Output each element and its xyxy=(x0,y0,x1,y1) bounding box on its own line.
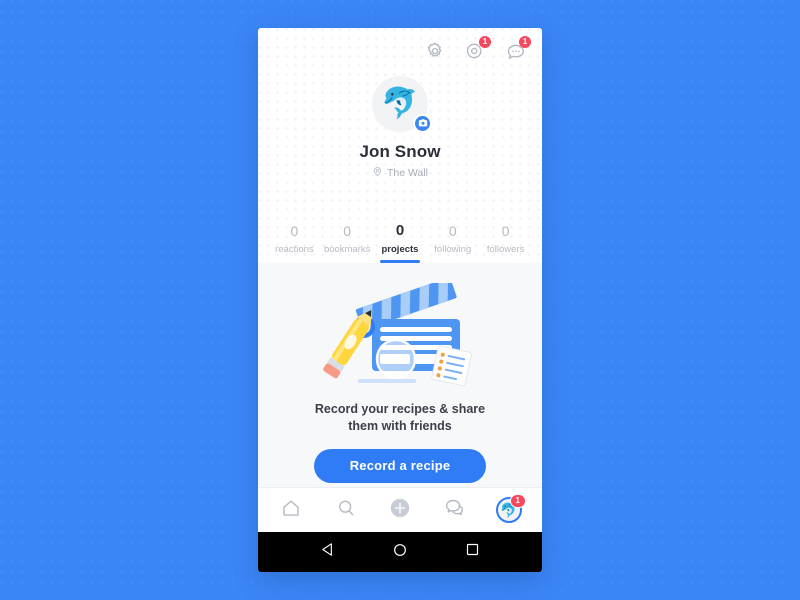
avatar-emoji: 🐬 xyxy=(381,87,419,120)
record-recipe-button[interactable]: Record a recipe xyxy=(314,448,486,483)
camera-icon xyxy=(418,115,428,133)
profile-name: Jon Snow xyxy=(359,142,441,161)
android-system-nav xyxy=(258,532,542,572)
search-icon xyxy=(336,498,356,523)
tab-add[interactable] xyxy=(383,493,417,527)
messages-button[interactable]: 1 xyxy=(504,36,531,62)
stat-following[interactable]: 0 following xyxy=(426,223,479,263)
stat-value: 0 xyxy=(343,223,352,240)
stat-followers[interactable]: 0 followers xyxy=(479,223,532,263)
stat-projects[interactable]: 0 projects xyxy=(374,222,427,263)
notifications-button[interactable]: 1 xyxy=(464,36,491,62)
phone-frame: 1 1 🐬 Jon Snow The Wall 0 reactions 0 bo… xyxy=(258,28,542,572)
tab-home[interactable] xyxy=(274,493,308,527)
stat-value: 0 xyxy=(448,223,457,240)
triangle-back-icon xyxy=(320,541,337,563)
messages-badge: 1 xyxy=(519,36,531,48)
home-icon xyxy=(281,498,301,523)
clapperboard-pencil-magnifier-illustration xyxy=(310,277,490,391)
empty-state-line-1: Record your recipes & share xyxy=(314,401,486,416)
bottom-tab-bar: 🐬 1 xyxy=(258,487,542,532)
system-back-button[interactable] xyxy=(318,542,338,562)
stat-value: 0 xyxy=(395,222,405,239)
stat-label: bookmarks xyxy=(323,243,371,255)
stat-value: 0 xyxy=(501,223,510,240)
tab-messages[interactable] xyxy=(437,493,471,527)
app-screen: 1 1 🐬 Jon Snow The Wall 0 reactions 0 bo… xyxy=(258,28,542,532)
tab-profile-badge: 1 xyxy=(509,494,526,508)
tab-profile[interactable]: 🐬 1 xyxy=(492,493,526,527)
profile-header: 🐬 Jon Snow The Wall xyxy=(258,74,542,180)
settings-button[interactable] xyxy=(424,40,446,62)
stat-value: 0 xyxy=(290,223,299,240)
stat-label: following xyxy=(434,243,472,255)
tab-search[interactable] xyxy=(329,493,363,527)
system-home-button[interactable] xyxy=(390,542,410,562)
edit-avatar-button[interactable] xyxy=(413,114,432,133)
system-recents-button[interactable] xyxy=(462,542,482,562)
empty-state-line-2: them with friends xyxy=(348,418,452,433)
empty-state-panel: Record your recipes & share them with fr… xyxy=(258,262,542,487)
stat-label: followers xyxy=(486,243,525,255)
gear-icon xyxy=(425,41,445,61)
circle-home-icon xyxy=(392,542,408,563)
profile-location-text: The Wall xyxy=(386,167,429,179)
chat-bubbles-icon xyxy=(444,497,465,523)
stat-label: projects xyxy=(381,243,419,255)
stat-reactions[interactable]: 0 reactions xyxy=(268,223,321,263)
square-recents-icon xyxy=(465,542,480,562)
stat-bookmarks[interactable]: 0 bookmarks xyxy=(321,223,374,263)
profile-location: The Wall xyxy=(372,166,428,180)
location-pin-icon xyxy=(372,166,383,180)
stats-row: 0 reactions 0 bookmarks 0 projects 0 fol… xyxy=(258,222,542,263)
top-bar: 1 1 xyxy=(258,28,542,74)
notifications-badge: 1 xyxy=(479,36,491,48)
avatar-wrapper[interactable]: 🐬 xyxy=(372,76,432,133)
empty-state-text: Record your recipes & share them with fr… xyxy=(315,401,485,435)
stat-label: reactions xyxy=(275,243,314,255)
plus-circle-icon xyxy=(389,497,411,524)
